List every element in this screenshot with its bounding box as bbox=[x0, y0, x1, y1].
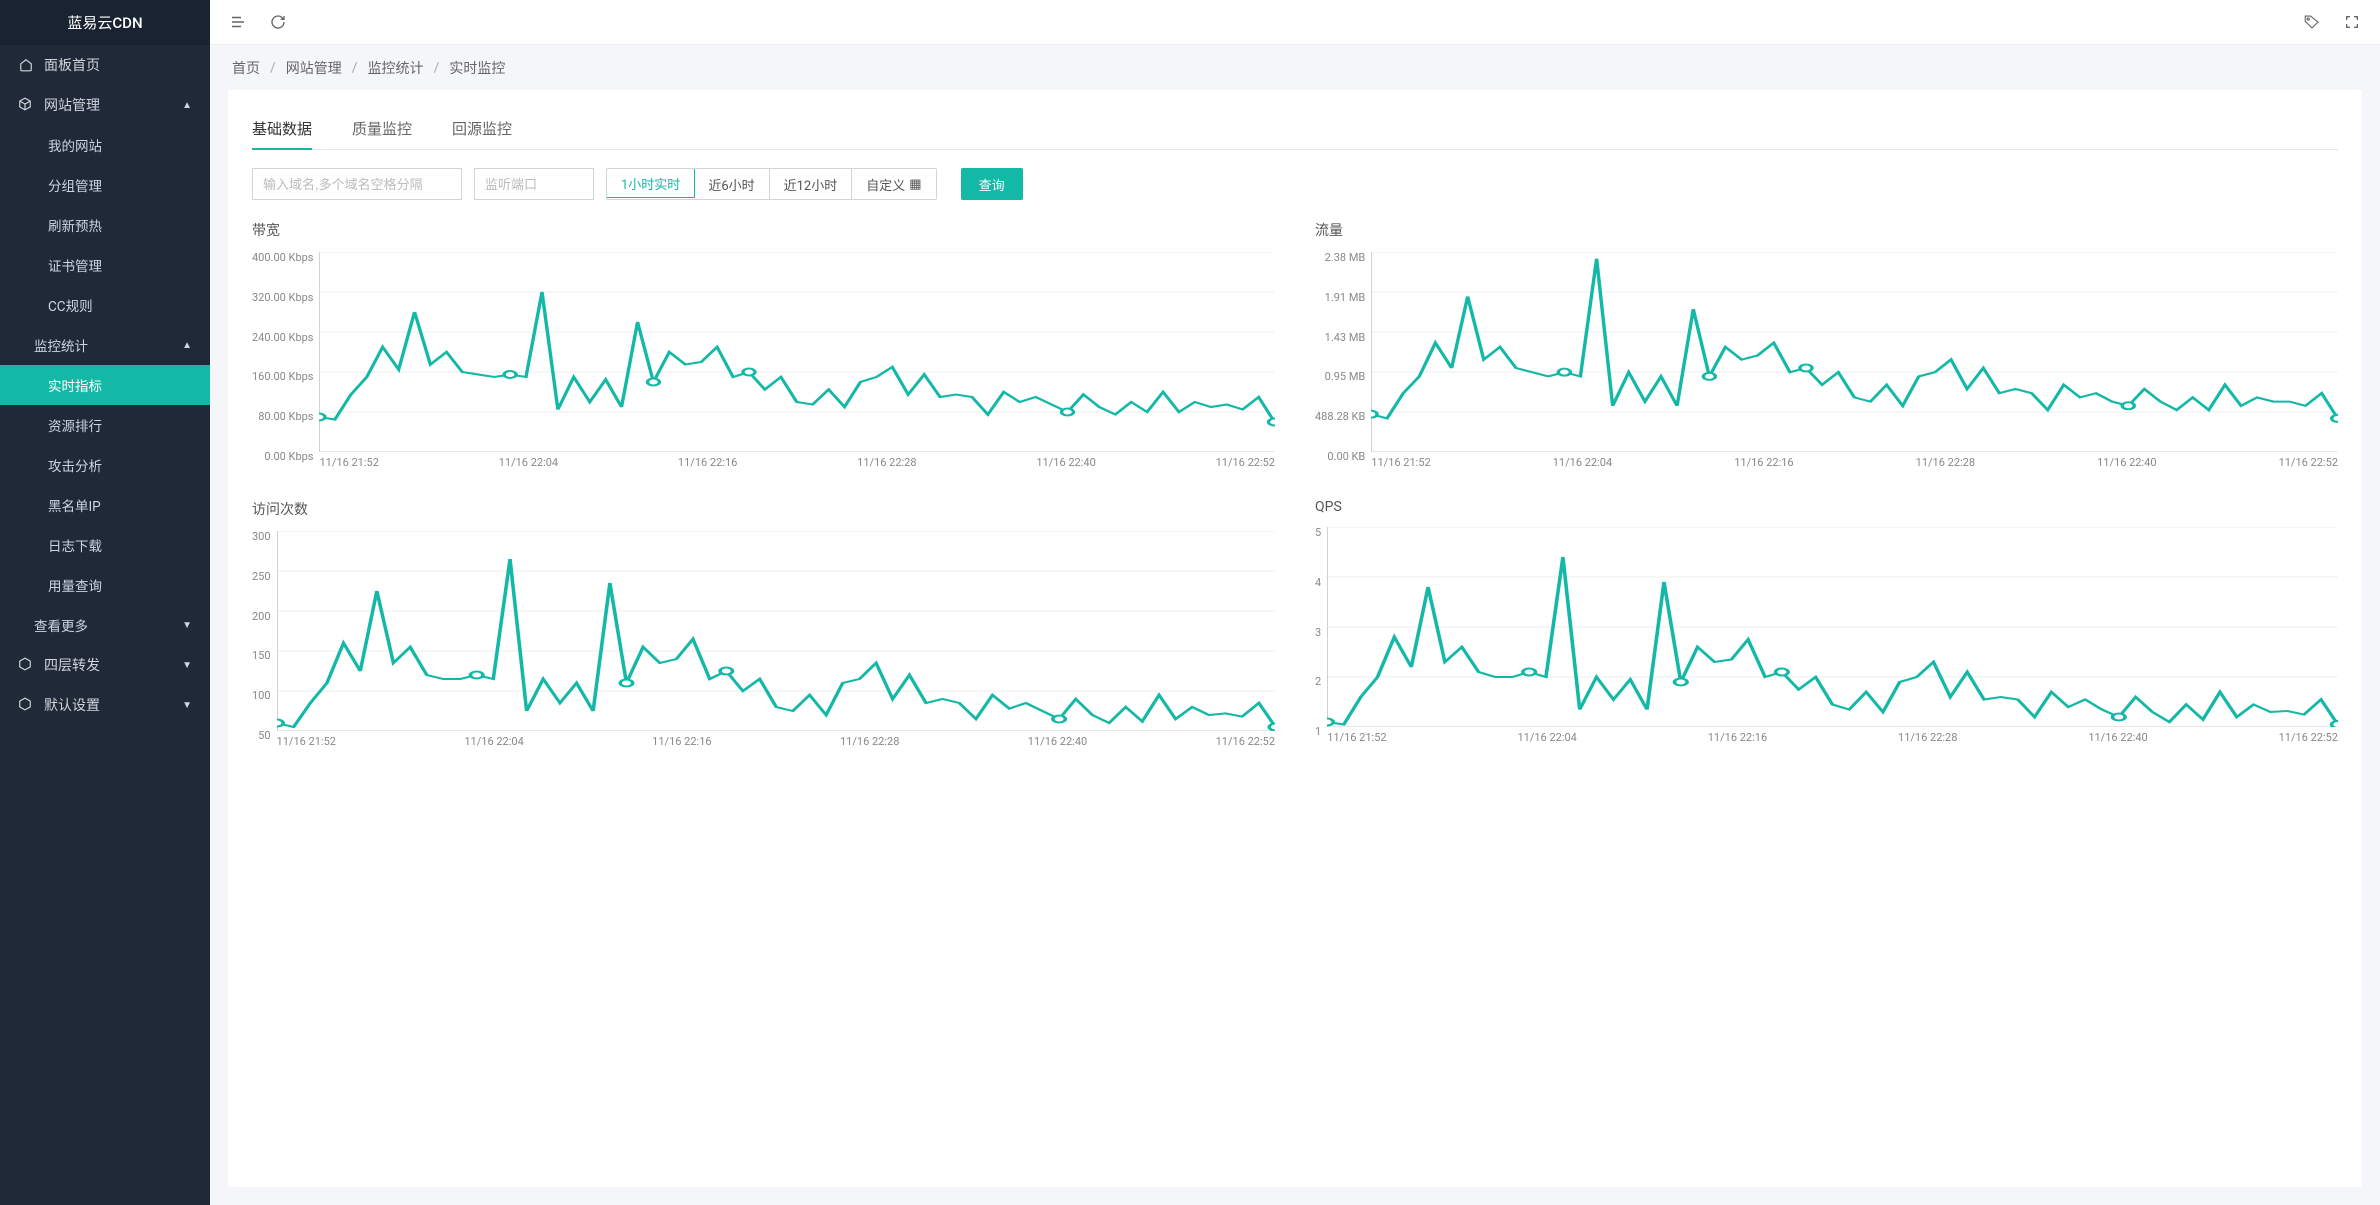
chart-title: 流量 bbox=[1315, 220, 2338, 240]
x-axis: 11/16 21:5211/16 22:0411/16 22:1611/16 2… bbox=[277, 735, 1275, 748]
nav-monitor-header[interactable]: 监控统计 ▲ bbox=[0, 325, 210, 365]
chart-grid: 带宽 400.00 Kbps320.00 Kbps240.00 Kbps160.0… bbox=[252, 220, 2338, 748]
x-axis: 11/16 21:5211/16 22:0411/16 22:1611/16 2… bbox=[1327, 731, 2338, 744]
nav-site-sub: 我的网站 分组管理 刷新预热 证书管理 CC规则 监控统计 ▲ 实时指标 资源排… bbox=[0, 125, 210, 645]
chart-0: 带宽 400.00 Kbps320.00 Kbps240.00 Kbps160.0… bbox=[252, 220, 1275, 469]
chart-title: QPS bbox=[1315, 499, 2338, 515]
nav-usage-query[interactable]: 用量查询 bbox=[0, 565, 210, 605]
nav-group-mgmt[interactable]: 分组管理 bbox=[0, 165, 210, 205]
tab-basic-data[interactable]: 基础数据 bbox=[252, 108, 312, 149]
y-axis: 2.38 MB1.91 MB1.43 MB0.95 MB488.28 KB0.0… bbox=[1315, 252, 1371, 452]
tabs: 基础数据 质量监控 回源监控 bbox=[252, 108, 2338, 150]
breadcrumb-sep: / bbox=[352, 60, 358, 76]
breadcrumb-item[interactable]: 网站管理 bbox=[286, 58, 342, 78]
chart-plot[interactable] bbox=[277, 531, 1275, 731]
range-12h[interactable]: 近12小时 bbox=[770, 169, 853, 199]
range-1h[interactable]: 1小时实时 bbox=[606, 168, 695, 198]
chevron-up-icon: ▲ bbox=[182, 340, 192, 351]
nav-resource-ranking[interactable]: 资源排行 bbox=[0, 405, 210, 445]
chart-title: 带宽 bbox=[252, 220, 1275, 240]
chart-1: 流量 2.38 MB1.91 MB1.43 MB0.95 MB488.28 KB0… bbox=[1315, 220, 2338, 469]
nav-cert-mgmt[interactable]: 证书管理 bbox=[0, 245, 210, 285]
nav-label: 默认设置 bbox=[44, 695, 100, 715]
topbar bbox=[210, 0, 2380, 45]
tab-origin-monitor[interactable]: 回源监控 bbox=[452, 108, 512, 149]
nav-see-more[interactable]: 查看更多 ▼ bbox=[0, 605, 210, 645]
brand-logo: 蓝易云CDN bbox=[0, 0, 210, 45]
chevron-up-icon: ▲ bbox=[182, 100, 192, 111]
tag-icon[interactable] bbox=[2302, 12, 2322, 32]
sidebar: 蓝易云CDN 面板首页 网站管理 ▲ 我的网站 分组管理 刷新预热 证书管理 C… bbox=[0, 0, 210, 1205]
cube-icon bbox=[18, 697, 34, 713]
content: 基础数据 质量监控 回源监控 1小时实时 近6小时 近12小时 自定义 ▦ 查询… bbox=[228, 90, 2362, 1187]
main: 首页 / 网站管理 / 监控统计 / 实时监控 基础数据 质量监控 回源监控 1… bbox=[210, 0, 2380, 1205]
cube-icon bbox=[18, 97, 34, 113]
filter-row: 1小时实时 近6小时 近12小时 自定义 ▦ 查询 bbox=[252, 168, 2338, 200]
fullscreen-icon[interactable] bbox=[2342, 12, 2362, 32]
chevron-down-icon: ▼ bbox=[182, 700, 192, 711]
chart-plot[interactable] bbox=[1327, 527, 2338, 727]
breadcrumb: 首页 / 网站管理 / 监控统计 / 实时监控 bbox=[210, 45, 2380, 90]
chart-3: QPS 5432111/16 21:5211/16 22:0411/16 22:1… bbox=[1315, 499, 2338, 748]
menu-toggle-icon[interactable] bbox=[228, 12, 248, 32]
domain-input[interactable] bbox=[252, 168, 462, 200]
refresh-icon[interactable] bbox=[268, 12, 288, 32]
home-icon bbox=[18, 57, 34, 73]
breadcrumb-item[interactable]: 首页 bbox=[232, 58, 260, 78]
breadcrumb-sep: / bbox=[270, 60, 276, 76]
y-axis: 400.00 Kbps320.00 Kbps240.00 Kbps160.00 … bbox=[252, 252, 319, 452]
nav-realtime-metrics[interactable]: 实时指标 bbox=[0, 365, 210, 405]
chart-plot[interactable] bbox=[319, 252, 1275, 452]
port-input[interactable] bbox=[474, 168, 594, 200]
chart-2: 访问次数 3002502001501005011/16 21:5211/16 22… bbox=[252, 499, 1275, 748]
nav-attack-analysis[interactable]: 攻击分析 bbox=[0, 445, 210, 485]
y-axis: 30025020015010050 bbox=[252, 531, 277, 731]
cube-icon bbox=[18, 657, 34, 673]
nav-l4-forward[interactable]: 四层转发 ▼ bbox=[0, 645, 210, 685]
nav-label: 网站管理 bbox=[44, 95, 100, 115]
range-6h[interactable]: 近6小时 bbox=[694, 169, 769, 199]
nav-label: 面板首页 bbox=[44, 55, 100, 75]
tab-quality-monitor[interactable]: 质量监控 bbox=[352, 108, 412, 149]
nav-site-mgmt[interactable]: 网站管理 ▲ bbox=[0, 85, 210, 125]
chart-title: 访问次数 bbox=[252, 499, 1275, 519]
breadcrumb-item[interactable]: 监控统计 bbox=[368, 58, 424, 78]
x-axis: 11/16 21:5211/16 22:0411/16 22:1611/16 2… bbox=[1371, 456, 2338, 469]
chart-plot[interactable] bbox=[1371, 252, 2338, 452]
breadcrumb-item: 实时监控 bbox=[449, 58, 505, 78]
breadcrumb-sep: / bbox=[434, 60, 440, 76]
nav-my-sites[interactable]: 我的网站 bbox=[0, 125, 210, 165]
calendar-icon: ▦ bbox=[909, 177, 921, 192]
nav-refresh-preheat[interactable]: 刷新预热 bbox=[0, 205, 210, 245]
chevron-down-icon: ▼ bbox=[182, 660, 192, 671]
nav-label: 四层转发 bbox=[44, 655, 100, 675]
range-custom[interactable]: 自定义 ▦ bbox=[852, 169, 935, 199]
time-range-group: 1小时实时 近6小时 近12小时 自定义 ▦ bbox=[606, 168, 937, 200]
query-button[interactable]: 查询 bbox=[961, 168, 1023, 200]
nav-cc-rules[interactable]: CC规则 bbox=[0, 285, 210, 325]
chevron-down-icon: ▼ bbox=[182, 620, 192, 631]
nav-default-settings[interactable]: 默认设置 ▼ bbox=[0, 685, 210, 725]
nav-dashboard[interactable]: 面板首页 bbox=[0, 45, 210, 85]
x-axis: 11/16 21:5211/16 22:0411/16 22:1611/16 2… bbox=[319, 456, 1275, 469]
y-axis: 54321 bbox=[1315, 527, 1327, 727]
nav-blacklist-ip[interactable]: 黑名单IP bbox=[0, 485, 210, 525]
nav-log-download[interactable]: 日志下载 bbox=[0, 525, 210, 565]
